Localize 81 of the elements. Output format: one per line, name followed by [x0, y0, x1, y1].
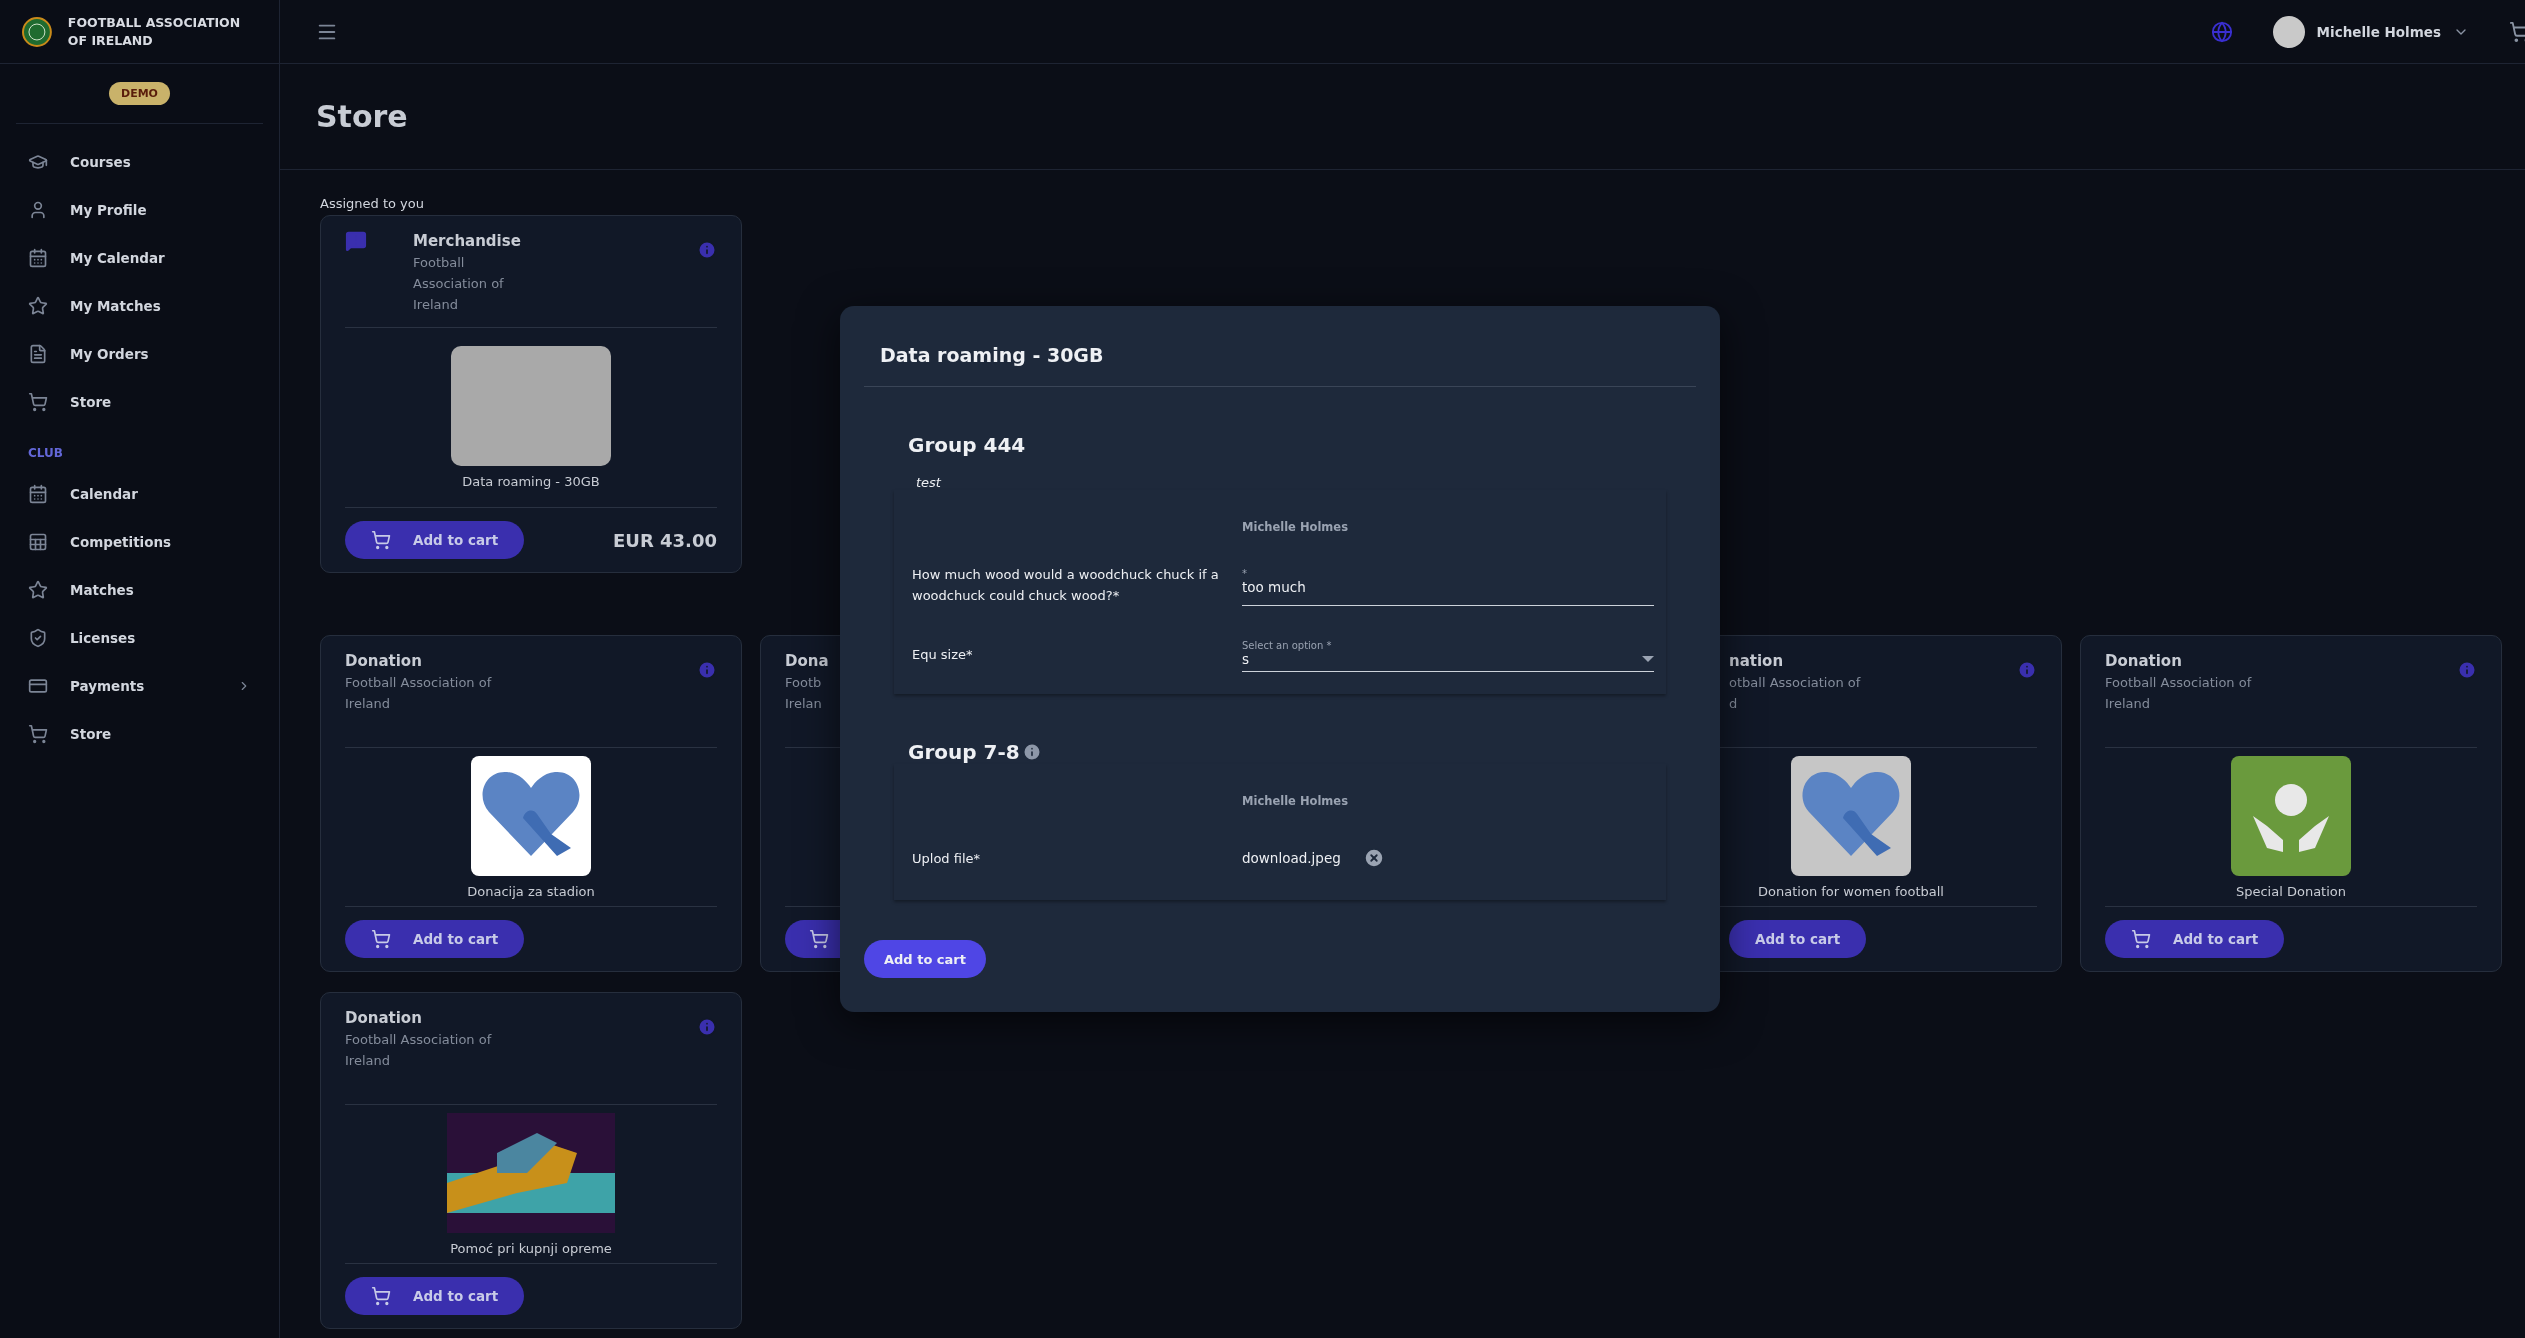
- price: EUR 43.00: [613, 529, 717, 551]
- nav-item[interactable]: Store: [0, 378, 279, 426]
- card-title: nation: [1729, 651, 1784, 672]
- card-subtitle: Football Association of: [345, 1031, 492, 1049]
- card-title: Dona: [785, 651, 829, 672]
- user-menu[interactable]: Michelle Holmes: [2272, 15, 2469, 48]
- card-subtitle: Footb: [785, 674, 822, 692]
- nav-item[interactable]: My Orders: [0, 330, 279, 378]
- demo-badge: DEMO: [109, 82, 170, 105]
- star-icon: [28, 580, 48, 600]
- add-to-cart-button[interactable]: Add to cart: [345, 521, 525, 559]
- nav-item[interactable]: Matches: [0, 566, 279, 614]
- card-title: Donation: [2105, 651, 2182, 672]
- add-to-cart-button[interactable]: Add to cart: [2105, 920, 2285, 958]
- product-name: Data roaming - 30GB: [462, 474, 600, 489]
- group-title: Group 444: [908, 433, 1026, 457]
- nav-item[interactable]: Store: [0, 710, 279, 758]
- cart-icon: [28, 392, 48, 412]
- add-to-cart-button[interactable]: Add to cart: [345, 1277, 525, 1315]
- product-name: Special Donation: [2235, 883, 2346, 899]
- add-to-cart-button[interactable]: [785, 920, 841, 958]
- page-title: Store: [316, 99, 408, 134]
- nav-item[interactable]: Calendar: [0, 470, 279, 518]
- card-subtitle: Football: [413, 254, 465, 272]
- group-title: Group 7-8: [908, 740, 1020, 764]
- shield-check-icon: [28, 628, 48, 648]
- card-subtitle: Ireland: [2105, 695, 2150, 713]
- field-label: Uplod file*: [912, 849, 981, 868]
- dialog-title: Data roaming - 30GB: [864, 306, 1696, 387]
- calendar-icon: [28, 484, 48, 504]
- field-label: Equ size*: [912, 645, 974, 664]
- table-icon: [28, 532, 48, 552]
- add-to-cart-button[interactable]: Add to cart: [345, 920, 525, 958]
- card-subtitle: Association of: [413, 275, 504, 293]
- card-subtitle: Irelan: [785, 695, 822, 713]
- product-name: Donation for women football: [1758, 883, 1944, 899]
- field-label: How much wood would a woodchuck chuck if a woodchuck could chuck wood?*: [912, 566, 1220, 605]
- remove-icon[interactable]: [1362, 847, 1385, 869]
- avatar: [2272, 15, 2305, 48]
- dropdown-caret-icon: [1642, 656, 1654, 662]
- card-title: Donation: [345, 1008, 422, 1029]
- participant-name: Michelle Holmes: [1242, 520, 1349, 534]
- card-subtitle: Football Association of: [2105, 674, 2252, 692]
- document-icon: [28, 344, 48, 364]
- calendar-icon: [28, 248, 48, 268]
- card-subtitle: d: [1729, 695, 1738, 713]
- info-icon[interactable]: [1021, 742, 1042, 762]
- card-subtitle: Ireland: [413, 296, 458, 314]
- card-subtitle: otball Association of: [1729, 674, 1861, 692]
- file-name: download.jpeg: [1242, 850, 1341, 866]
- globe-icon[interactable]: [2210, 20, 2233, 43]
- person-icon: [28, 200, 48, 220]
- crest-logo: [22, 16, 52, 47]
- graduation-cap-icon: [28, 152, 48, 172]
- nav-item[interactable]: Competitions: [0, 518, 279, 566]
- card-subtitle: Ireland: [345, 1052, 390, 1070]
- brand-name: FOOTBALL ASSOCIATION OF IRELAND: [67, 13, 242, 50]
- nav-item[interactable]: My Profile: [0, 186, 279, 234]
- cart-icon: [28, 724, 48, 744]
- section-heading: Assigned to you: [320, 196, 425, 211]
- product-name: Pomoć pri kupnji opreme: [450, 1240, 612, 1256]
- card-subtitle: Football Association of: [345, 674, 492, 692]
- nav-item[interactable]: Licenses: [0, 614, 279, 662]
- group-description: test: [915, 474, 942, 490]
- add-to-cart-button[interactable]: Add to cart: [1729, 920, 1867, 958]
- select-field[interactable]: Select an option * s: [1242, 636, 1654, 672]
- card-subtitle: Ireland: [345, 695, 390, 713]
- card-title: Merchandise: [413, 231, 521, 252]
- nav-item[interactable]: Courses: [0, 138, 279, 186]
- star-icon: [28, 296, 48, 316]
- nav-item[interactable]: My Calendar: [0, 234, 279, 282]
- text-field[interactable]: * too much: [1242, 564, 1654, 606]
- section-label: CLUB: [27, 445, 64, 462]
- card-title: Donation: [345, 651, 422, 672]
- product-name: Donacija za stadion: [467, 883, 595, 899]
- credit-card-icon: [28, 676, 48, 696]
- nav-item[interactable]: Payments: [0, 662, 279, 710]
- participant-name: Michelle Holmes: [1242, 794, 1349, 808]
- nav-item[interactable]: My Matches: [0, 282, 279, 330]
- cart-icon[interactable]: [2509, 20, 2525, 43]
- add-to-cart-button[interactable]: Add to cart: [864, 940, 986, 978]
